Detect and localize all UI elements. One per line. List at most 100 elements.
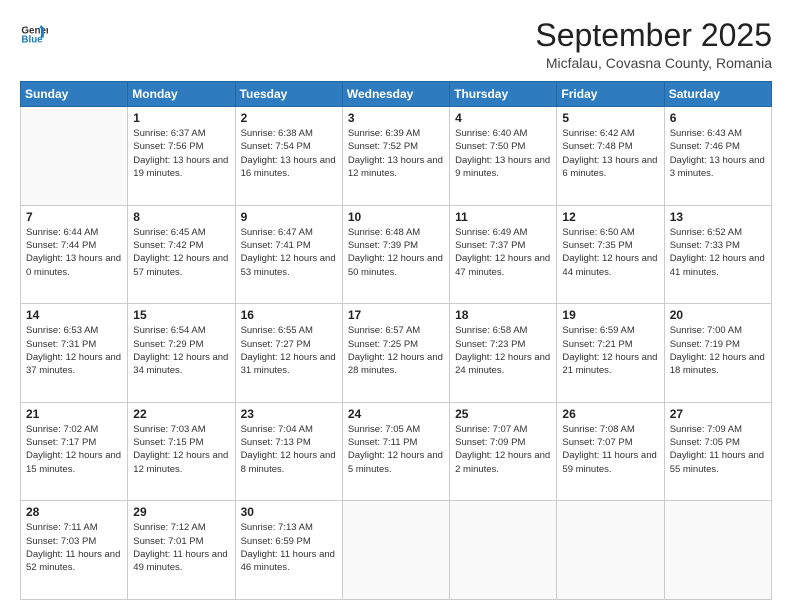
table-row: 17 Sunrise: 6:57 AMSunset: 7:25 PMDayligh… xyxy=(342,304,449,403)
col-thursday: Thursday xyxy=(450,82,557,107)
day-info: Sunrise: 6:54 AMSunset: 7:29 PMDaylight:… xyxy=(133,324,229,377)
calendar-week-row: 14 Sunrise: 6:53 AMSunset: 7:31 PMDayligh… xyxy=(21,304,772,403)
calendar-page: General Blue September 2025 Micfalau, Co… xyxy=(0,0,792,612)
day-number: 30 xyxy=(241,505,337,519)
month-title: September 2025 xyxy=(535,18,772,53)
day-info: Sunrise: 6:44 AMSunset: 7:44 PMDaylight:… xyxy=(26,226,122,279)
table-row: 23 Sunrise: 7:04 AMSunset: 7:13 PMDayligh… xyxy=(235,402,342,501)
day-number: 8 xyxy=(133,210,229,224)
table-row xyxy=(450,501,557,600)
day-info: Sunrise: 6:49 AMSunset: 7:37 PMDaylight:… xyxy=(455,226,551,279)
table-row: 9 Sunrise: 6:47 AMSunset: 7:41 PMDaylight… xyxy=(235,205,342,304)
day-number: 14 xyxy=(26,308,122,322)
calendar-week-row: 1 Sunrise: 6:37 AMSunset: 7:56 PMDaylight… xyxy=(21,107,772,206)
header: General Blue September 2025 Micfalau, Co… xyxy=(20,18,772,71)
table-row: 5 Sunrise: 6:42 AMSunset: 7:48 PMDaylight… xyxy=(557,107,664,206)
day-number: 2 xyxy=(241,111,337,125)
table-row: 24Sunrise: 7:05 AMSunset: 7:11 PMDayligh… xyxy=(342,402,449,501)
table-row xyxy=(342,501,449,600)
table-row: 19 Sunrise: 6:59 AMSunset: 7:21 PMDayligh… xyxy=(557,304,664,403)
table-row: 18Sunrise: 6:58 AMSunset: 7:23 PMDayligh… xyxy=(450,304,557,403)
day-info: Sunrise: 6:53 AMSunset: 7:31 PMDaylight:… xyxy=(26,324,122,377)
day-info: Sunrise: 6:57 AMSunset: 7:25 PMDaylight:… xyxy=(348,324,444,377)
table-row: 8 Sunrise: 6:45 AMSunset: 7:42 PMDaylight… xyxy=(128,205,235,304)
day-info: Sunrise: 6:52 AMSunset: 7:33 PMDaylight:… xyxy=(670,226,766,279)
day-number: 19 xyxy=(562,308,658,322)
day-number: 7 xyxy=(26,210,122,224)
day-info: Sunrise: 7:02 AMSunset: 7:17 PMDaylight:… xyxy=(26,423,122,476)
day-number: 22 xyxy=(133,407,229,421)
table-row: 15 Sunrise: 6:54 AMSunset: 7:29 PMDayligh… xyxy=(128,304,235,403)
calendar-table: Sunday Monday Tuesday Wednesday Thursday… xyxy=(20,81,772,600)
day-info: Sunrise: 6:39 AMSunset: 7:52 PMDaylight:… xyxy=(348,127,444,180)
day-number: 1 xyxy=(133,111,229,125)
calendar-week-row: 7 Sunrise: 6:44 AMSunset: 7:44 PMDaylight… xyxy=(21,205,772,304)
day-number: 20 xyxy=(670,308,766,322)
table-row: 1 Sunrise: 6:37 AMSunset: 7:56 PMDaylight… xyxy=(128,107,235,206)
title-block: September 2025 Micfalau, Covasna County,… xyxy=(535,18,772,71)
day-info: Sunrise: 6:55 AMSunset: 7:27 PMDaylight:… xyxy=(241,324,337,377)
calendar-header-row: Sunday Monday Tuesday Wednesday Thursday… xyxy=(21,82,772,107)
day-number: 9 xyxy=(241,210,337,224)
day-info: Sunrise: 7:00 AMSunset: 7:19 PMDaylight:… xyxy=(670,324,766,377)
day-number: 11 xyxy=(455,210,551,224)
day-info: Sunrise: 6:58 AMSunset: 7:23 PMDaylight:… xyxy=(455,324,551,377)
day-number: 17 xyxy=(348,308,444,322)
logo: General Blue xyxy=(20,18,50,46)
day-number: 28 xyxy=(26,505,122,519)
table-row: 25 Sunrise: 7:07 AMSunset: 7:09 PMDayligh… xyxy=(450,402,557,501)
table-row: 14 Sunrise: 6:53 AMSunset: 7:31 PMDayligh… xyxy=(21,304,128,403)
day-number: 10 xyxy=(348,210,444,224)
day-info: Sunrise: 7:05 AMSunset: 7:11 PMDaylight:… xyxy=(348,423,444,476)
day-info: Sunrise: 7:08 AMSunset: 7:07 PMDaylight:… xyxy=(562,423,658,476)
day-info: Sunrise: 7:12 AMSunset: 7:01 PMDaylight:… xyxy=(133,521,229,574)
day-info: Sunrise: 6:38 AMSunset: 7:54 PMDaylight:… xyxy=(241,127,337,180)
table-row: 6 Sunrise: 6:43 AMSunset: 7:46 PMDaylight… xyxy=(664,107,771,206)
table-row xyxy=(557,501,664,600)
table-row: 7 Sunrise: 6:44 AMSunset: 7:44 PMDaylight… xyxy=(21,205,128,304)
day-info: Sunrise: 6:50 AMSunset: 7:35 PMDaylight:… xyxy=(562,226,658,279)
table-row: 28Sunrise: 7:11 AMSunset: 7:03 PMDayligh… xyxy=(21,501,128,600)
day-info: Sunrise: 6:42 AMSunset: 7:48 PMDaylight:… xyxy=(562,127,658,180)
table-row xyxy=(21,107,128,206)
svg-text:Blue: Blue xyxy=(21,35,43,46)
calendar-week-row: 28Sunrise: 7:11 AMSunset: 7:03 PMDayligh… xyxy=(21,501,772,600)
table-row: 26 Sunrise: 7:08 AMSunset: 7:07 PMDayligh… xyxy=(557,402,664,501)
table-row: 11 Sunrise: 6:49 AMSunset: 7:37 PMDayligh… xyxy=(450,205,557,304)
table-row: 3 Sunrise: 6:39 AMSunset: 7:52 PMDaylight… xyxy=(342,107,449,206)
day-info: Sunrise: 7:03 AMSunset: 7:15 PMDaylight:… xyxy=(133,423,229,476)
day-number: 3 xyxy=(348,111,444,125)
day-number: 6 xyxy=(670,111,766,125)
table-row: 2 Sunrise: 6:38 AMSunset: 7:54 PMDaylight… xyxy=(235,107,342,206)
day-number: 29 xyxy=(133,505,229,519)
day-number: 26 xyxy=(562,407,658,421)
day-info: Sunrise: 6:45 AMSunset: 7:42 PMDaylight:… xyxy=(133,226,229,279)
col-tuesday: Tuesday xyxy=(235,82,342,107)
day-number: 12 xyxy=(562,210,658,224)
col-saturday: Saturday xyxy=(664,82,771,107)
table-row: 20 Sunrise: 7:00 AMSunset: 7:19 PMDayligh… xyxy=(664,304,771,403)
day-number: 16 xyxy=(241,308,337,322)
day-info: Sunrise: 7:04 AMSunset: 7:13 PMDaylight:… xyxy=(241,423,337,476)
day-info: Sunrise: 7:13 AMSunset: 6:59 PMDaylight:… xyxy=(241,521,337,574)
day-info: Sunrise: 7:07 AMSunset: 7:09 PMDaylight:… xyxy=(455,423,551,476)
location: Micfalau, Covasna County, Romania xyxy=(535,55,772,71)
logo-icon: General Blue xyxy=(20,18,48,46)
table-row: 27Sunrise: 7:09 AMSunset: 7:05 PMDayligh… xyxy=(664,402,771,501)
day-number: 4 xyxy=(455,111,551,125)
table-row: 10Sunrise: 6:48 AMSunset: 7:39 PMDayligh… xyxy=(342,205,449,304)
day-info: Sunrise: 6:37 AMSunset: 7:56 PMDaylight:… xyxy=(133,127,229,180)
day-number: 25 xyxy=(455,407,551,421)
day-info: Sunrise: 6:43 AMSunset: 7:46 PMDaylight:… xyxy=(670,127,766,180)
table-row: 16 Sunrise: 6:55 AMSunset: 7:27 PMDayligh… xyxy=(235,304,342,403)
day-number: 5 xyxy=(562,111,658,125)
day-info: Sunrise: 6:47 AMSunset: 7:41 PMDaylight:… xyxy=(241,226,337,279)
table-row: 4Sunrise: 6:40 AMSunset: 7:50 PMDaylight… xyxy=(450,107,557,206)
table-row: 12 Sunrise: 6:50 AMSunset: 7:35 PMDayligh… xyxy=(557,205,664,304)
table-row: 30 Sunrise: 7:13 AMSunset: 6:59 PMDayligh… xyxy=(235,501,342,600)
day-number: 13 xyxy=(670,210,766,224)
day-number: 15 xyxy=(133,308,229,322)
day-info: Sunrise: 6:59 AMSunset: 7:21 PMDaylight:… xyxy=(562,324,658,377)
day-number: 23 xyxy=(241,407,337,421)
day-number: 21 xyxy=(26,407,122,421)
